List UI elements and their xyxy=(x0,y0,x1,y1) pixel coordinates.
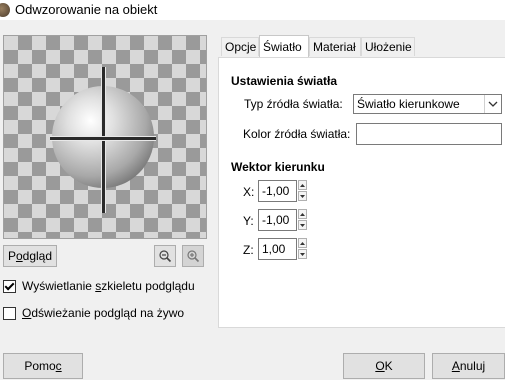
light-settings-heading: Ustawienia światła xyxy=(231,74,338,88)
light-source-type-label: Typ źródła światła: xyxy=(244,97,343,111)
arrow-up-icon xyxy=(300,241,305,245)
x-spinner[interactable]: -1,00 xyxy=(258,180,308,202)
direction-vector-heading: Wektor kierunku xyxy=(231,160,325,174)
preview-canvas[interactable] xyxy=(3,35,207,239)
cancel-label-end: nuluj xyxy=(459,359,486,373)
help-button[interactable]: Pomoc xyxy=(3,353,83,379)
tab-orientation[interactable]: Ułożenie xyxy=(361,37,415,56)
ok-label-mnemonic: O xyxy=(375,359,385,373)
z-increment-button[interactable] xyxy=(298,238,307,248)
wireframe-horizontal-line xyxy=(50,136,156,141)
gimp-app-icon xyxy=(0,3,10,17)
wireframe-label-start: Wyświetlanie xyxy=(22,279,96,293)
preview-button-mnemonic: o xyxy=(15,249,23,263)
x-spin-buttons xyxy=(298,180,307,202)
arrow-up-icon xyxy=(300,183,305,187)
light-source-type-value: Światło kierunkowe xyxy=(357,97,460,111)
wireframe-preview-label: Wyświetlanie szkieletu podglądu xyxy=(22,279,195,293)
ok-label-end: K xyxy=(384,359,393,373)
zoom-in-icon xyxy=(187,250,200,263)
y-input[interactable]: -1,00 xyxy=(258,209,297,231)
cancel-button[interactable]: Anuluj xyxy=(432,353,505,379)
z-input[interactable]: 1,00 xyxy=(258,238,297,260)
wireframe-label-end: zkieletu podglądu xyxy=(101,279,195,293)
zoom-out-icon xyxy=(159,250,172,263)
live-preview-label: Odświeżanie podgląd na żywo xyxy=(22,306,184,320)
tab-options[interactable]: Opcje xyxy=(221,37,259,56)
light-source-type-select[interactable]: Światło kierunkowe xyxy=(353,94,502,114)
y-spin-buttons xyxy=(298,209,307,231)
preview-button[interactable]: Podgląd xyxy=(3,245,57,267)
wireframe-preview-checkbox[interactable] xyxy=(3,279,16,293)
x-decrement-button[interactable] xyxy=(298,191,307,201)
title-bar: Odwzorowanie na obiekt xyxy=(0,0,505,20)
x-label: X: xyxy=(243,185,255,199)
help-label-start: Pomo xyxy=(24,359,56,373)
x-input[interactable]: -1,00 xyxy=(258,180,297,202)
help-label-mnemonic: c xyxy=(55,359,62,373)
arrow-down-icon xyxy=(300,223,305,227)
zoom-out-button[interactable] xyxy=(154,245,176,267)
wireframe-preview-option[interactable]: Wyświetlanie szkieletu podglądu xyxy=(3,279,195,293)
live-label-mnemonic: O xyxy=(22,306,32,320)
light-color-button[interactable] xyxy=(356,123,502,145)
y-label: Y: xyxy=(243,214,254,228)
cancel-label-mnemonic: A xyxy=(451,359,460,373)
light-color-label: Kolor źródła światła: xyxy=(243,127,351,141)
window-title: Odwzorowanie na obiekt xyxy=(15,2,158,17)
tab-light[interactable]: Światło xyxy=(259,35,309,57)
y-decrement-button[interactable] xyxy=(298,220,307,230)
tab-material[interactable]: Materiał xyxy=(309,37,361,56)
arrow-down-icon xyxy=(300,194,305,198)
chevron-down-icon xyxy=(484,95,501,113)
y-spinner[interactable]: -1,00 xyxy=(258,209,308,231)
x-increment-button[interactable] xyxy=(298,180,307,190)
zoom-in-button[interactable] xyxy=(182,245,204,267)
z-spin-buttons xyxy=(298,238,307,260)
z-decrement-button[interactable] xyxy=(298,249,307,259)
live-preview-option[interactable]: Odświeżanie podgląd na żywo xyxy=(3,306,184,320)
y-increment-button[interactable] xyxy=(298,209,307,219)
preview-button-label-start: P xyxy=(7,249,16,263)
z-spinner[interactable]: 1,00 xyxy=(258,238,308,260)
arrow-up-icon xyxy=(300,212,305,216)
ok-button[interactable]: OK xyxy=(343,353,425,379)
live-label-end: dświeżanie podgląd na żywo xyxy=(31,306,185,320)
live-preview-checkbox[interactable] xyxy=(3,306,16,320)
z-label: Z: xyxy=(243,243,254,257)
preview-button-label-end: dgląd xyxy=(22,249,53,263)
arrow-down-icon xyxy=(300,252,305,256)
